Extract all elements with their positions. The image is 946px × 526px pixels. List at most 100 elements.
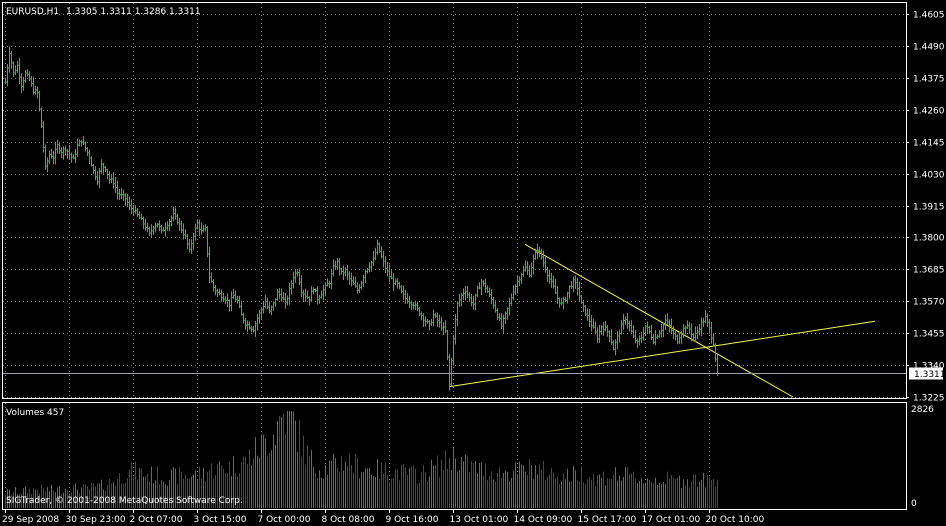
price-bar bbox=[80, 140, 83, 147]
copyright-label: SIGTrader, © 2001-2008 MetaQuotes Softwa… bbox=[6, 496, 243, 506]
price-bar bbox=[250, 326, 253, 333]
volume-panel[interactable]: Volumes 457 SIGTrader, © 2001-2008 MetaQ… bbox=[2, 402, 907, 510]
price-bar bbox=[476, 285, 479, 298]
price-bar bbox=[616, 331, 619, 350]
price-bar bbox=[334, 260, 337, 270]
price-bar bbox=[702, 317, 705, 328]
price-bar bbox=[134, 205, 137, 214]
price-bar bbox=[220, 289, 223, 302]
price-bar bbox=[404, 289, 407, 304]
price-bar bbox=[578, 281, 581, 301]
price-bar bbox=[280, 288, 283, 302]
price-bar bbox=[496, 308, 499, 320]
price-bar bbox=[54, 142, 57, 165]
price-bar bbox=[206, 225, 209, 258]
price-bar bbox=[52, 150, 55, 165]
price-bar bbox=[320, 290, 323, 299]
price-bar bbox=[186, 234, 189, 250]
time-tick-label: 29 Sep 2008 bbox=[2, 515, 59, 525]
price-bar bbox=[270, 305, 273, 315]
price-bar bbox=[114, 176, 117, 193]
price-bar bbox=[294, 269, 297, 283]
price-bar bbox=[380, 246, 383, 259]
price-bar bbox=[382, 250, 385, 268]
price-bar bbox=[542, 250, 545, 268]
price-bar bbox=[30, 75, 33, 87]
price-bar bbox=[252, 326, 255, 333]
price-bar bbox=[696, 326, 699, 340]
price-bar bbox=[388, 264, 391, 283]
price-bar bbox=[116, 180, 119, 200]
price-bar bbox=[20, 73, 23, 94]
price-bar bbox=[462, 288, 465, 300]
price-bar bbox=[664, 314, 667, 331]
price-bar bbox=[120, 187, 123, 200]
price-bar bbox=[414, 300, 417, 310]
time-tick-label: 20 Oct 10:00 bbox=[706, 515, 765, 525]
price-bar bbox=[104, 165, 107, 173]
price-bar bbox=[396, 278, 399, 289]
price-bar bbox=[210, 272, 213, 283]
price-bar bbox=[244, 317, 247, 330]
price-bar bbox=[502, 314, 505, 334]
price-bar bbox=[164, 222, 167, 237]
price-bar bbox=[612, 340, 615, 351]
time-tick-label: 3 Oct 15:00 bbox=[194, 515, 247, 525]
price-bar bbox=[624, 316, 627, 325]
price-tick-label: 1.4145 bbox=[913, 139, 945, 149]
price-bar bbox=[282, 292, 285, 301]
price-bar bbox=[178, 217, 181, 231]
price-bar bbox=[106, 168, 109, 180]
price-bar bbox=[450, 357, 453, 387]
time-tick-label: 30 Sep 23:00 bbox=[66, 515, 126, 525]
price-bar bbox=[582, 299, 585, 312]
price-bar bbox=[190, 239, 193, 254]
price-bar bbox=[710, 321, 713, 344]
price-bar bbox=[368, 262, 371, 273]
price-bar bbox=[354, 276, 357, 288]
price-bar bbox=[684, 325, 687, 335]
price-bar bbox=[126, 193, 129, 206]
price-bar bbox=[626, 313, 629, 329]
price-bar bbox=[208, 246, 211, 284]
price-bar bbox=[296, 268, 299, 277]
price-bar bbox=[228, 299, 231, 312]
price-bar bbox=[650, 325, 653, 341]
price-bar bbox=[474, 293, 477, 311]
price-bar bbox=[112, 172, 115, 189]
time-tick-label: 9 Oct 16:00 bbox=[386, 515, 439, 525]
price-bar bbox=[528, 265, 531, 278]
price-bar bbox=[580, 294, 583, 304]
price-bar bbox=[544, 257, 547, 273]
price-bar bbox=[256, 313, 259, 331]
price-bar bbox=[638, 335, 641, 346]
price-bar bbox=[428, 320, 431, 331]
price-bar bbox=[168, 218, 171, 232]
price-bar bbox=[78, 139, 81, 147]
price-bar bbox=[90, 156, 93, 167]
price-bar bbox=[312, 287, 315, 295]
price-bar bbox=[16, 60, 19, 73]
price-bar bbox=[618, 329, 621, 343]
volume-bars bbox=[5, 411, 718, 508]
price-panel[interactable]: EURUSD,H1 1.3305 1.3311 1.3286 1.3311 bbox=[2, 2, 907, 399]
price-bar bbox=[682, 324, 685, 338]
price-bar bbox=[642, 326, 645, 341]
price-bar bbox=[512, 285, 515, 301]
price-bar bbox=[166, 221, 169, 231]
price-bar bbox=[494, 300, 497, 313]
price-bar bbox=[144, 218, 147, 231]
price-bar bbox=[426, 318, 429, 324]
price-bar bbox=[564, 296, 567, 303]
price-bar bbox=[550, 272, 553, 288]
price-bar bbox=[662, 322, 665, 338]
price-bar bbox=[640, 331, 643, 344]
price-bar bbox=[326, 278, 329, 287]
price-bar bbox=[236, 295, 239, 304]
price-bar bbox=[318, 294, 321, 304]
price-bar bbox=[44, 144, 47, 170]
price-bar bbox=[654, 330, 657, 346]
price-bar bbox=[136, 208, 139, 217]
price-bar bbox=[36, 86, 39, 99]
price-bar bbox=[188, 239, 191, 253]
